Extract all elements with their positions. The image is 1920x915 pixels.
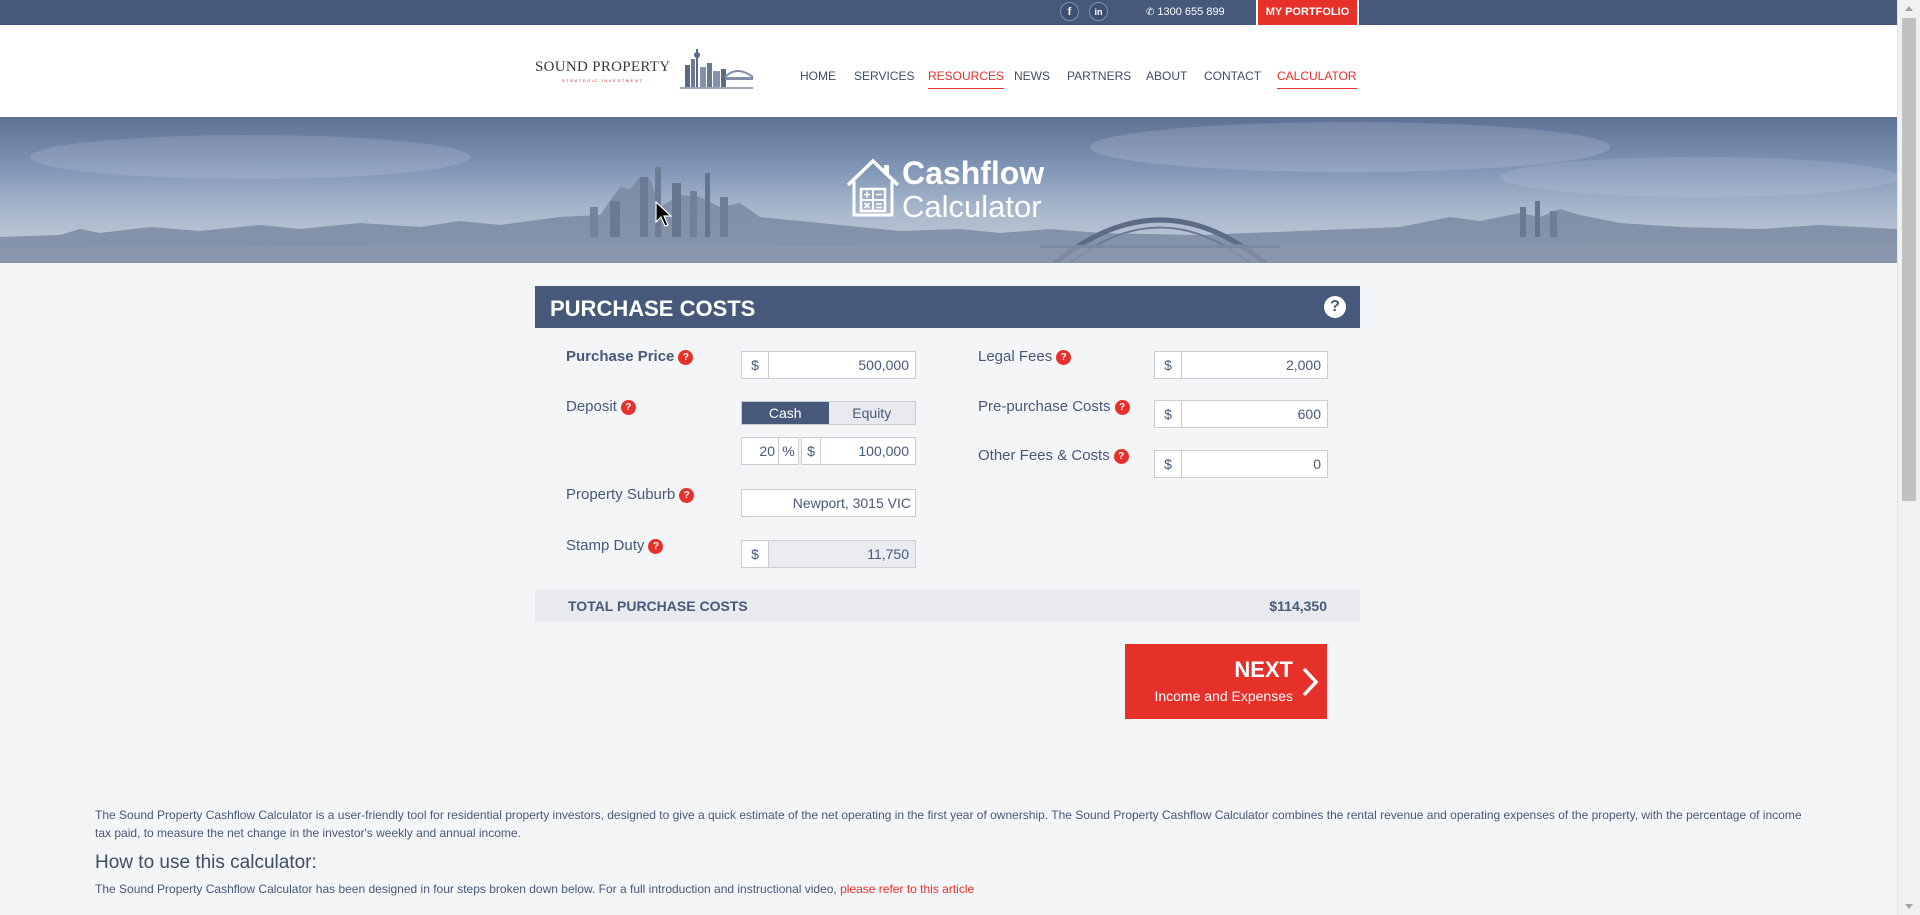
scroll-down-arrow-icon[interactable] [1905, 904, 1913, 909]
help-icon[interactable]: ? [1113, 449, 1129, 464]
top-bar: f in ✆ 1300 655 899 MY PORTFOLIO [0, 0, 1897, 25]
deposit-type-toggle[interactable]: Cash Equity [741, 401, 916, 425]
total-value: $114,350 [1269, 598, 1327, 614]
percent-addon: % [778, 438, 798, 464]
purchase-price-input[interactable]: 500,000 [769, 352, 915, 378]
deposit-label: Deposit? [566, 398, 636, 415]
nav-partners[interactable]: PARTNERS [1067, 69, 1131, 88]
nav-calculator[interactable]: CALCULATOR [1277, 69, 1357, 89]
next-sublabel: Income and Expenses [1154, 688, 1293, 704]
currency-addon: $ [742, 352, 769, 378]
other-fees-input[interactable]: 0 [1182, 451, 1327, 477]
currency-addon: $ [1155, 451, 1182, 477]
property-suburb-field[interactable]: Newport, 3015 VIC [741, 489, 916, 517]
total-purchase-costs-bar: TOTAL PURCHASE COSTS $114,350 [535, 590, 1360, 622]
stamp-duty-label: Stamp Duty? [566, 537, 664, 554]
scroll-thumb[interactable] [1902, 18, 1916, 501]
nav-services[interactable]: SERVICES [854, 69, 914, 88]
next-label: NEXT [1234, 657, 1293, 682]
logo-name: SOUND PROPERTY [535, 59, 671, 75]
total-label: TOTAL PURCHASE COSTS [568, 598, 748, 614]
legal-fees-field[interactable]: $ 2,000 [1154, 351, 1328, 379]
phone-number: 1300 655 899 [1157, 6, 1225, 18]
hero-title: Cashflow Calculator [902, 157, 1044, 222]
my-portfolio-button[interactable]: MY PORTFOLIO [1256, 0, 1359, 25]
howto-heading: How to use this calculator: [95, 852, 317, 873]
nav-about[interactable]: ABOUT [1146, 69, 1187, 88]
chevron-right-icon [1302, 667, 1319, 697]
intro-paragraph: The Sound Property Cashflow Calculator i… [95, 808, 1802, 840]
pre-purchase-costs-label: Pre-purchase Costs? [978, 398, 1130, 415]
nav-resources[interactable]: RESOURCES [928, 69, 1005, 89]
property-suburb-label: Property Suburb? [566, 486, 695, 503]
mouse-cursor-icon [655, 201, 673, 227]
deposit-equity-option[interactable]: Equity [828, 402, 915, 424]
hero-title-line1: Cashflow [902, 155, 1045, 191]
help-icon[interactable]: ? [1056, 350, 1072, 365]
currency-addon: $ [802, 438, 821, 464]
article-link[interactable]: please refer to this article [840, 882, 974, 896]
pre-purchase-costs-field[interactable]: $ 600 [1154, 400, 1328, 428]
nav-news[interactable]: NEWS [1014, 69, 1050, 88]
purchase-costs-header: PURCHASE COSTS ? [535, 286, 1360, 328]
phone-link[interactable]: ✆ 1300 655 899 [1146, 0, 1225, 25]
help-icon[interactable]: ? [648, 539, 664, 554]
pre-purchase-costs-input[interactable]: 600 [1182, 401, 1327, 427]
page-scrollbar[interactable] [1897, 0, 1920, 915]
legal-fees-label: Legal Fees? [978, 348, 1072, 365]
purchase-price-field[interactable]: $ 500,000 [741, 351, 916, 379]
help-icon[interactable]: ? [679, 488, 695, 503]
other-fees-label: Other Fees & Costs? [978, 447, 1129, 464]
howto-text: The Sound Property Cashflow Calculator h… [95, 882, 841, 896]
facebook-icon[interactable]: f [1060, 2, 1079, 21]
deposit-percent-field[interactable]: 20 % [741, 437, 799, 465]
hero-title-line2: Calculator [902, 189, 1042, 224]
section-title: PURCHASE COSTS [550, 296, 756, 321]
deposit-amount-field[interactable]: $ 100,000 [801, 437, 916, 465]
deposit-amount-input[interactable]: 100,000 [821, 438, 915, 464]
hero-banner: Cashflow Calculator [0, 117, 1897, 263]
next-button[interactable]: NEXT Income and Expenses [1125, 644, 1327, 719]
stamp-duty-value: 11,750 [769, 541, 915, 567]
currency-addon: $ [1155, 352, 1182, 378]
linkedin-icon[interactable]: in [1089, 2, 1108, 21]
deposit-percent-input[interactable]: 20 [742, 438, 778, 464]
howto-paragraph: The Sound Property Cashflow Calculator h… [95, 882, 974, 896]
section-help-icon[interactable]: ? [1324, 296, 1346, 318]
help-icon[interactable]: ? [1114, 400, 1130, 415]
purchase-price-label: Purchase Price? [566, 348, 694, 365]
logo-tagline: STRATEGIC INVESTMENT [562, 78, 644, 83]
property-suburb-input[interactable]: Newport, 3015 VIC [742, 490, 915, 516]
currency-addon: $ [742, 541, 769, 567]
stamp-duty-field: $ 11,750 [741, 540, 916, 568]
other-fees-field[interactable]: $ 0 [1154, 450, 1328, 478]
help-icon[interactable]: ? [620, 400, 636, 415]
calculator-house-icon [846, 158, 900, 217]
deposit-cash-option[interactable]: Cash [742, 402, 829, 424]
help-icon[interactable]: ? [678, 350, 694, 365]
currency-addon: $ [1155, 401, 1182, 427]
nav-home[interactable]: HOME [800, 69, 836, 88]
nav-contact[interactable]: CONTACT [1204, 69, 1261, 88]
legal-fees-input[interactable]: 2,000 [1182, 352, 1327, 378]
site-header: SOUND PROPERTY STRATEGIC INVESTMENT HOME… [0, 25, 1897, 117]
scroll-up-arrow-icon[interactable] [1905, 6, 1913, 11]
phone-icon: ✆ [1146, 7, 1155, 18]
logo-skyline-icon [680, 49, 754, 89]
